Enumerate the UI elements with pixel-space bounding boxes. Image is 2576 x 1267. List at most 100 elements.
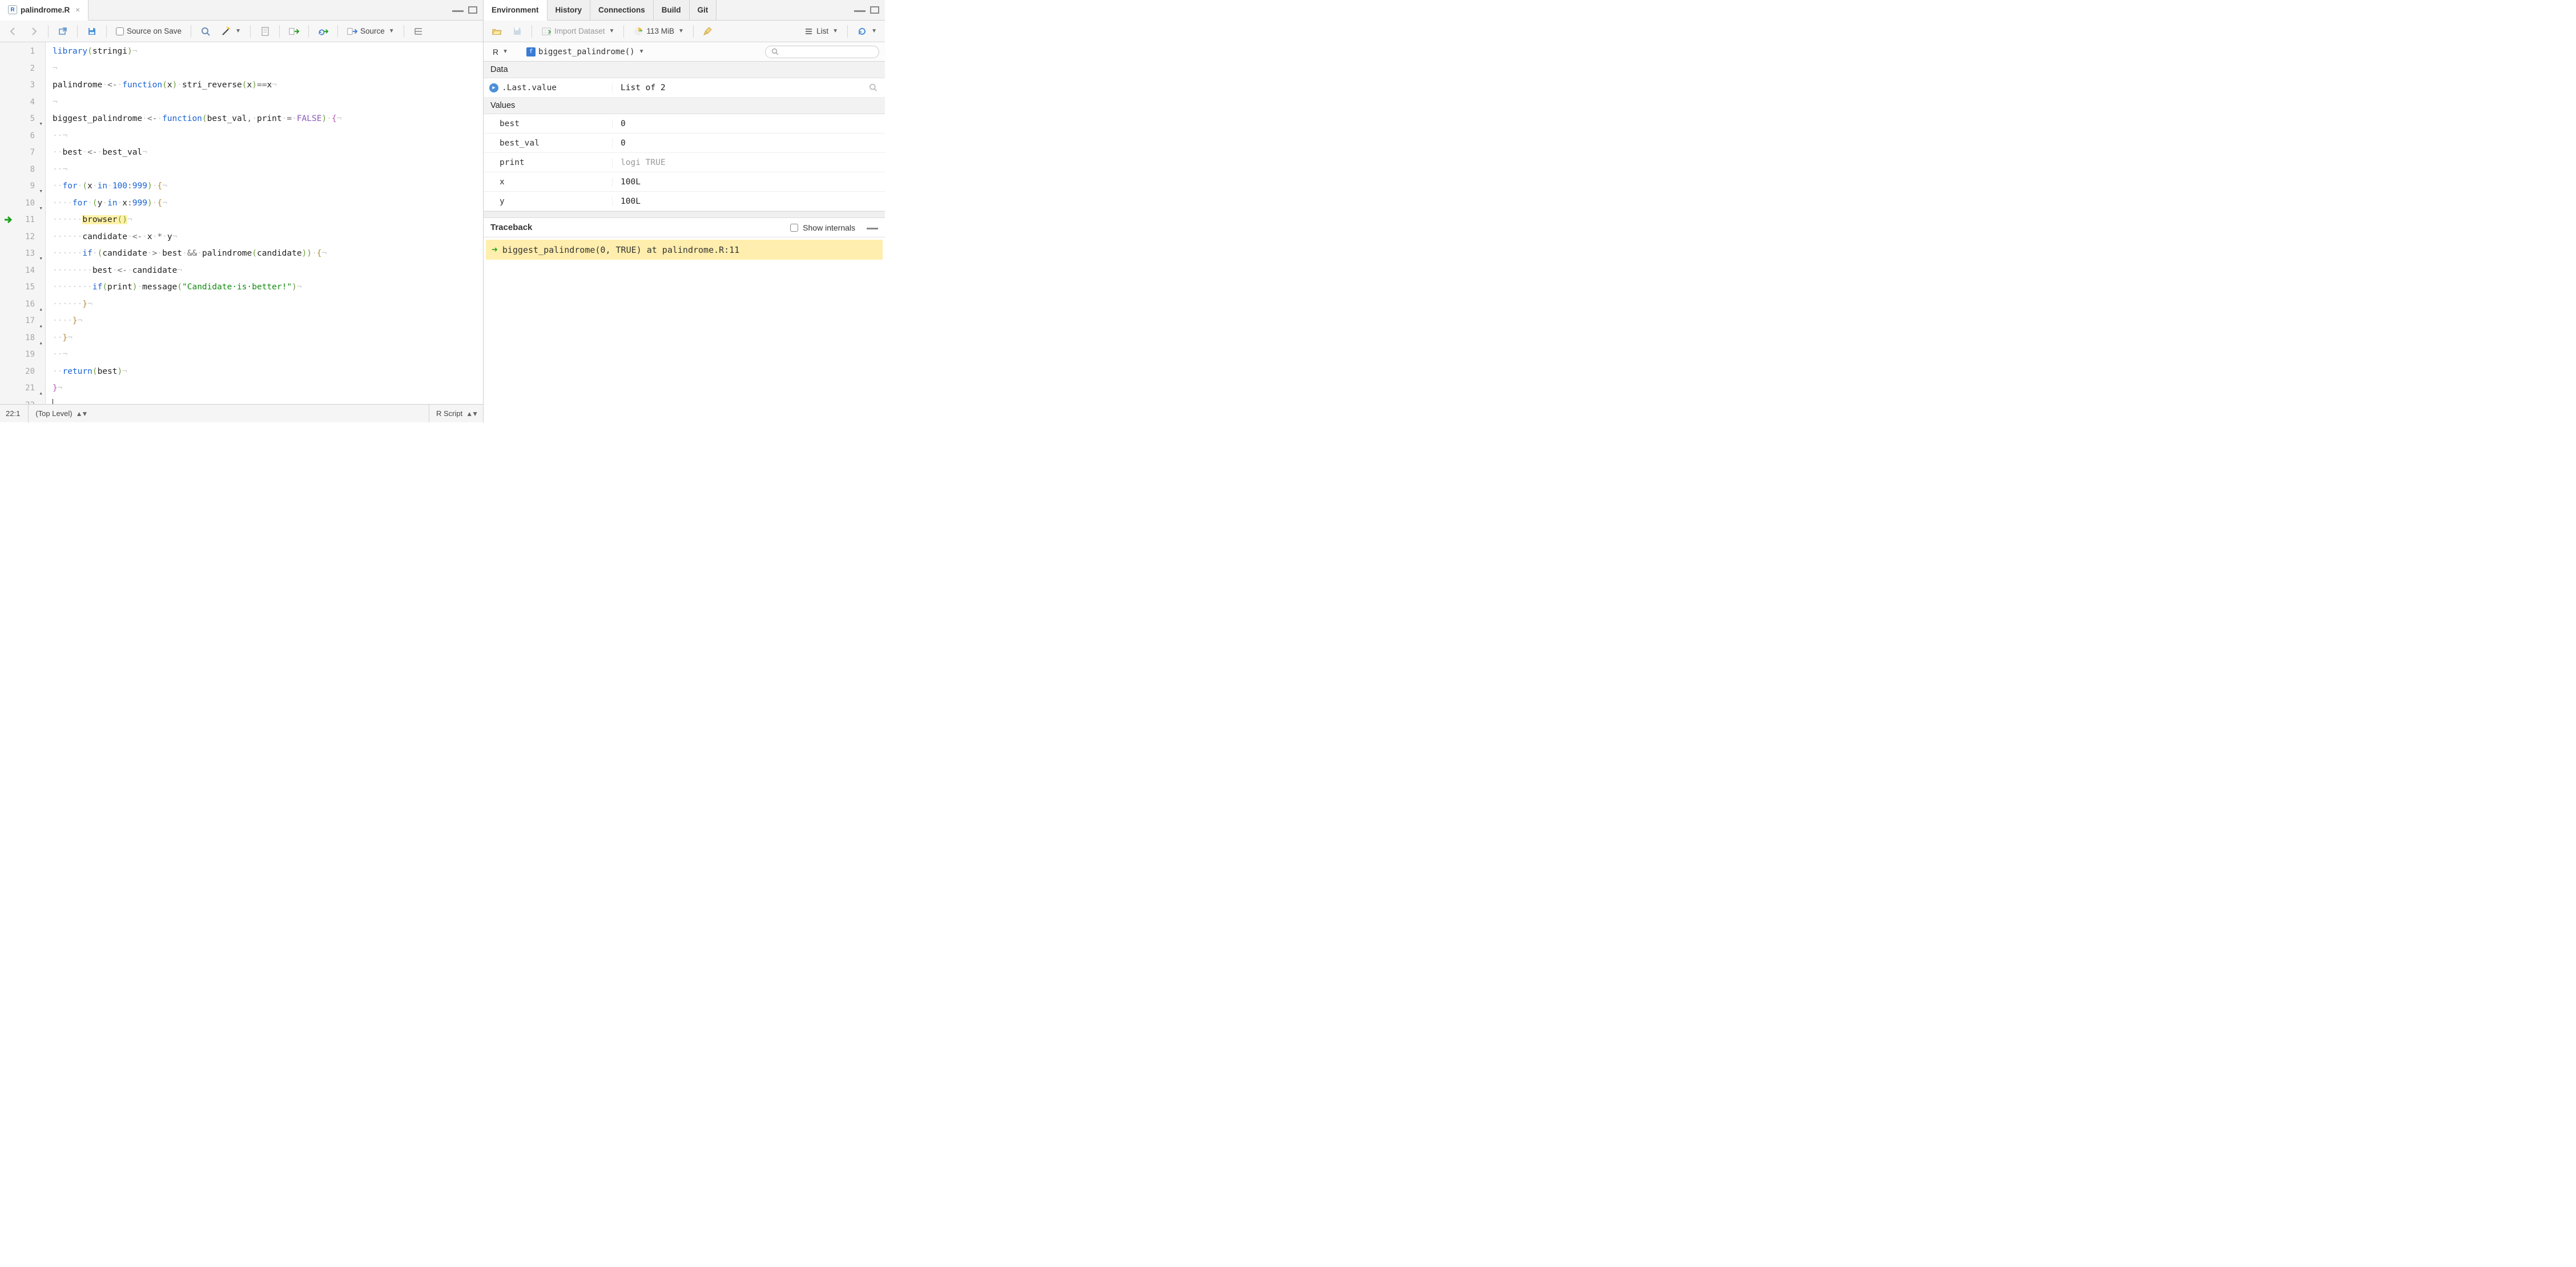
cursor-position: 22:1 — [6, 409, 20, 418]
pie-icon — [633, 26, 643, 37]
env-toolbar: Import Dataset ▼ 113 MiB ▼ List ▼ ▼ — [484, 21, 885, 42]
env-lang-label: R — [493, 47, 498, 57]
grid-icon — [541, 26, 552, 37]
memory-label: 113 MiB — [646, 27, 674, 35]
memory-usage-button[interactable]: 113 MiB ▼ — [630, 25, 687, 38]
scope-label: (Top Level) — [35, 409, 72, 418]
chevron-down-icon: ▼ — [871, 28, 877, 34]
frame-arrow-icon: ➔ — [492, 244, 498, 256]
broom-icon — [703, 26, 713, 37]
env-scope-func: biggest_palindrome() — [538, 47, 635, 57]
env-row[interactable]: x100L — [484, 172, 885, 192]
folder-open-icon — [492, 26, 502, 37]
nav-back-button[interactable] — [5, 25, 22, 38]
env-tabbar: EnvironmentHistoryConnectionsBuildGit — [484, 0, 885, 21]
scope-selector[interactable]: (Top Level) ▲▼ — [28, 405, 87, 422]
env-scope-bar: R ▼ f biggest_palindrome() ▼ — [484, 42, 885, 62]
pane-divider[interactable] — [484, 211, 885, 218]
refresh-button[interactable]: ▼ — [854, 25, 880, 38]
import-dataset-button[interactable]: Import Dataset ▼ — [538, 25, 618, 38]
chevron-down-icon: ▼ — [389, 28, 395, 34]
traceback-title: Traceback — [490, 223, 532, 232]
outline-button[interactable] — [410, 25, 427, 38]
run-button[interactable] — [285, 25, 303, 38]
save-workspace-button[interactable] — [509, 25, 526, 38]
source-on-save-toggle[interactable]: Source on Save — [112, 25, 185, 37]
find-button[interactable] — [197, 25, 214, 38]
run-icon — [289, 26, 299, 37]
env-section-header: Values — [484, 98, 885, 114]
view-mode-label: List — [816, 27, 828, 35]
env-section-header: Data — [484, 62, 885, 78]
editor-file-name: palindrome.R — [21, 6, 70, 14]
code-tools-button[interactable]: ▼ — [218, 25, 244, 38]
env-tab-git[interactable]: Git — [690, 0, 717, 20]
search-icon — [771, 48, 779, 56]
refresh-icon — [857, 26, 867, 37]
env-row[interactable]: best0 — [484, 114, 885, 134]
maximize-pane-icon[interactable] — [870, 6, 879, 14]
source-icon — [347, 26, 357, 37]
editor-statusbar: 22:1 (Top Level) ▲▼ R Script ▲▼ — [0, 404, 483, 422]
language-selector[interactable]: R Script ▲▼ — [429, 405, 477, 422]
source-button[interactable]: Source ▼ — [344, 25, 398, 38]
chevron-down-icon: ▼ — [609, 28, 615, 34]
checkbox-icon[interactable] — [790, 224, 798, 232]
import-dataset-label: Import Dataset — [554, 27, 605, 35]
nav-fwd-button[interactable] — [25, 25, 42, 38]
source-button-label: Source — [360, 27, 385, 35]
r-file-icon: R — [8, 5, 17, 14]
compile-report-button[interactable] — [256, 25, 273, 38]
rerun-button[interactable] — [315, 25, 332, 38]
show-in-new-window-button[interactable] — [54, 25, 71, 38]
editor-gutter[interactable]: 12345▾6789▾10▾111213▾141516▴17▴18▴192021… — [0, 42, 46, 404]
editor-file-tab[interactable]: R palindrome.R × — [0, 0, 88, 21]
minimize-traceback-icon[interactable] — [867, 226, 878, 229]
view-mode-button[interactable]: List ▼ — [800, 25, 842, 38]
outline-icon — [413, 26, 424, 37]
notebook-icon — [260, 26, 270, 37]
minimize-pane-icon[interactable] — [854, 9, 866, 12]
save-icon — [512, 26, 522, 37]
env-row[interactable]: best_val0 — [484, 134, 885, 153]
env-scope-selector[interactable]: f biggest_palindrome() ▼ — [523, 46, 647, 58]
env-row[interactable]: y100L — [484, 192, 885, 211]
maximize-pane-icon[interactable] — [468, 6, 477, 14]
chevron-down-icon: ▼ — [235, 28, 241, 34]
clear-workspace-button[interactable] — [699, 25, 717, 38]
checkbox-icon — [116, 27, 124, 35]
language-label: R Script — [436, 409, 462, 418]
env-tab-connections[interactable]: Connections — [590, 0, 654, 20]
env-tab-build[interactable]: Build — [654, 0, 690, 20]
updown-icon: ▲▼ — [466, 410, 477, 418]
code-editor[interactable]: 12345▾6789▾10▾111213▾141516▴17▴18▴192021… — [0, 42, 483, 404]
env-tab-environment[interactable]: Environment — [484, 0, 548, 21]
traceback-body: ➔biggest_palindrome(0, TRUE) at palindro… — [484, 237, 885, 262]
source-on-save-label: Source on Save — [127, 27, 182, 35]
traceback-header: Traceback Show internals — [484, 218, 885, 237]
editor-toolbar: Source on Save ▼ Source ▼ — [0, 21, 483, 42]
chevron-down-icon: ▼ — [678, 28, 684, 34]
env-row[interactable]: ▶.Last.valueList of 2 — [484, 78, 885, 98]
env-lang-selector[interactable]: R ▼ — [489, 46, 512, 58]
search-icon[interactable] — [869, 83, 885, 92]
traceback-frame[interactable]: ➔biggest_palindrome(0, TRUE) at palindro… — [486, 240, 883, 260]
env-row[interactable]: printlogi TRUE — [484, 153, 885, 172]
editor-code[interactable]: library(stringi)¬¬palindrome·<-·function… — [46, 42, 483, 404]
save-button[interactable] — [83, 25, 100, 38]
env-search-input[interactable] — [765, 46, 879, 58]
env-tab-history[interactable]: History — [548, 0, 591, 20]
expand-icon[interactable]: ▶ — [489, 83, 498, 92]
minimize-pane-icon[interactable] — [452, 9, 464, 12]
chevron-down-icon: ▼ — [832, 28, 838, 34]
rerun-icon — [318, 26, 328, 37]
close-icon[interactable]: × — [75, 6, 80, 14]
list-icon — [803, 26, 814, 37]
wand-icon — [221, 26, 231, 37]
env-body: Data▶.Last.valueList of 2Valuesbest0best… — [484, 62, 885, 211]
load-workspace-button[interactable] — [488, 25, 505, 38]
chevron-down-icon: ▼ — [502, 49, 508, 55]
function-icon: f — [526, 47, 536, 57]
updown-icon: ▲▼ — [76, 410, 87, 418]
chevron-down-icon: ▼ — [639, 49, 645, 55]
